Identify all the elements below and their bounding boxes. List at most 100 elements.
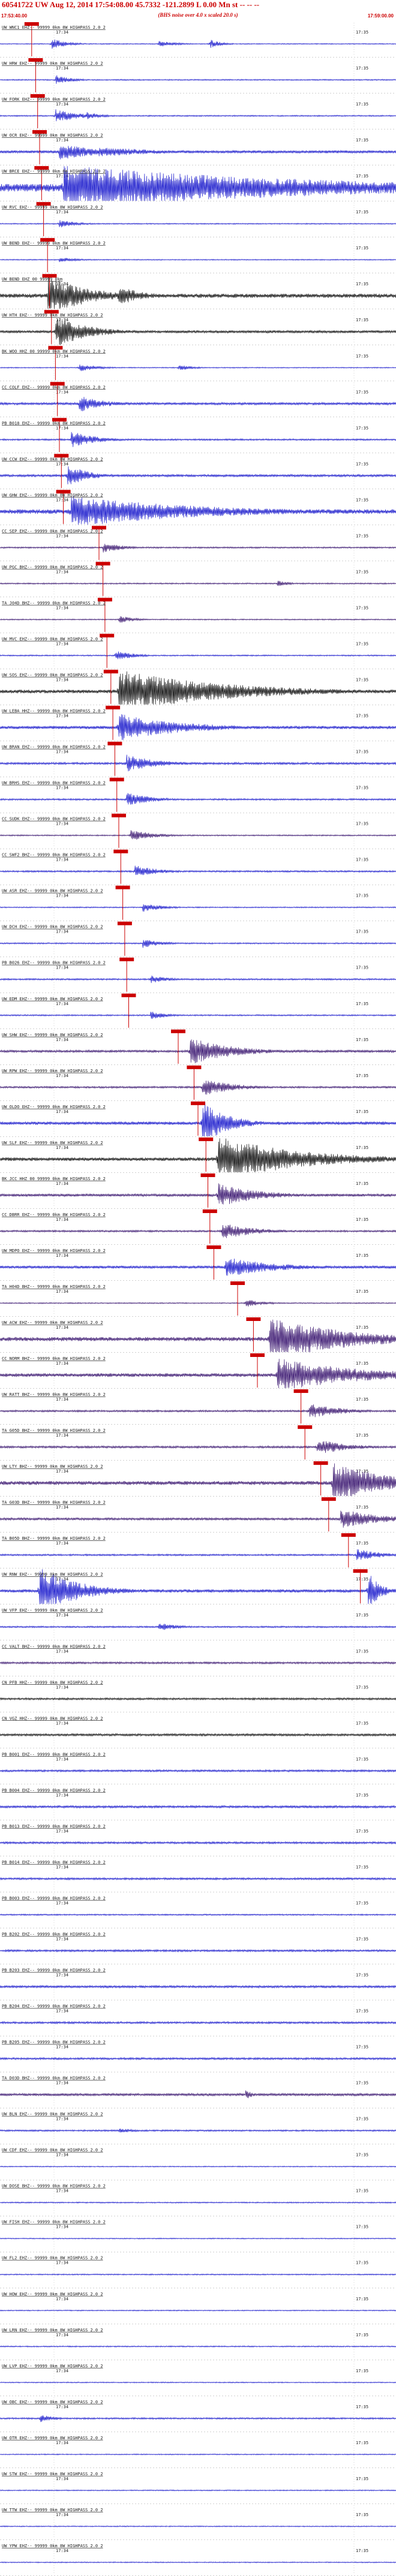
seismogram-plot: 17:34 17:35 UW WNC1 EHZ-- 99999 0km 8W HIG…	[0, 22, 396, 2576]
tick-label: 17:35	[356, 1325, 368, 1330]
tick-label: 17:35	[356, 210, 368, 215]
waveform-line	[0, 258, 396, 263]
trace-row: 17:34 17:35 UW OTR EHZ-- 99999 0km 8W HIGH…	[0, 2433, 396, 2468]
tick-label: 17:34	[56, 1037, 68, 1042]
waveform-line	[0, 1661, 396, 1665]
tick-label: 17:34	[56, 2045, 68, 2050]
trace-row: 17:34 17:35 TA B05D BHZ-- 99999 0km 8W HIG…	[0, 1533, 396, 1568]
trace-row: 17:34 17:35UW RNW EHZ-- 99999 0km 8W HIGH…	[0, 1569, 396, 1604]
tick-label: 17:34	[56, 426, 68, 430]
waveform-line	[0, 1183, 396, 1205]
waveform-line	[0, 793, 396, 805]
trace-row: 17:34 17:35CC COLF EHZ-- 99999 0km 8W HIG…	[0, 382, 396, 418]
station-label: UW RNW EHZ-- 99999 0km 8W HIGHPASS 2.0 2	[2, 1572, 103, 1577]
waveform-line	[0, 2237, 396, 2240]
tick-label: 17:35	[356, 138, 368, 143]
station-label: PB B013 EHZ-- 99999 0km 8W HIGHPASS 2.0 …	[2, 1824, 106, 1829]
waveform-line	[0, 1948, 396, 1953]
station-label: BK JCC HHZ 00 99999 0km 8W HIGHPASS 2.0 …	[2, 1177, 106, 1181]
tick-label: 17:35	[356, 1433, 368, 1438]
waveform-line	[0, 2525, 396, 2527]
station-label: UW MVC EHZ-- 99999 0km 8W HIGHPASS 2.0 2	[2, 637, 103, 641]
station-label: UW LEBA HHZ-- 99999 0km 8W HIGHPASS 2.0 …	[2, 709, 106, 714]
trace-row: 17:34 17:35 UW TTW EHZ-- 99999 0km 8W HIGH…	[0, 2505, 396, 2540]
tick-label: 17:35	[356, 2045, 368, 2050]
trace-row: 17:34 17:35 PB B205 EHZ-- 99999 0km 8W HIG…	[0, 2037, 396, 2073]
station-label: UW SLF EHZ-- 99999 0km 8W HIGHPASS 2.0 2	[2, 1141, 103, 1145]
tick-label: 17:35	[356, 750, 368, 755]
waveform-line	[0, 1697, 396, 1701]
station-label: UW OLDO EHZ-- 99999 0km 8W HIGHPASS 2.0 …	[2, 1105, 106, 1109]
trace-row: 17:34 17:35 UW OCR EHZ-- 99999 0km 8W HIGH…	[0, 130, 396, 165]
station-label: UW HRW EHZ-- 99999 0km 8W HIGHPASS 2.0 2	[2, 61, 103, 66]
trace-row: 17:34 17:35 UW ACW EHZ-- 99999 0km 8W HIGH…	[0, 1317, 396, 1353]
tick-label: 17:34	[56, 1865, 68, 1869]
tick-label: 17:35	[356, 2261, 368, 2266]
waveform-line	[0, 220, 396, 228]
tick-label: 17:35	[356, 786, 368, 791]
trace-row: 17:34 17:35 CC SUDK EHZ-- 99999 0km 8W HIG…	[0, 813, 396, 849]
station-label: UW WNC1 EHZ-- 99999 0km 8W HIGHPASS 2.0 …	[2, 25, 106, 30]
station-label: UW OBC EHZ-- 99999 0km 8W HIGHPASS 2.0 2	[2, 2400, 103, 2405]
tick-label: 17:35	[356, 174, 368, 179]
waveform-line	[0, 1841, 396, 1845]
station-label: UW VFP EHZ-- 99999 0km 8W HIGHPASS 2.0 2	[2, 1608, 103, 1613]
tick-label: 17:35	[356, 1002, 368, 1006]
station-label: TA B05D BHZ-- 99999 0km 8W HIGHPASS 2.0 …	[2, 1536, 106, 1541]
tick-label: 17:34	[56, 2548, 68, 2553]
waveform-line	[0, 904, 396, 912]
tick-label: 17:35	[356, 354, 368, 358]
tick-label: 17:35	[356, 2117, 368, 2122]
tick-label: 17:34	[56, 786, 68, 791]
tick-label: 17:35	[356, 1936, 368, 1941]
station-label: UW HOW EHZ-- 99999 0km 8W HIGHPASS 2.0 2	[2, 2292, 103, 2297]
tick-label: 17:35	[356, 1361, 368, 1366]
waveform-line	[0, 1624, 396, 1630]
tick-label: 17:35	[356, 1037, 368, 1042]
waveform-line	[0, 1877, 396, 1881]
station-label: CC SUDK EHZ-- 99999 0km 8W HIGHPASS 2.0 …	[2, 817, 106, 822]
trace-row: 17:34 17:35 UW SLF EHZ-- 99999 0km 8W HIGH…	[0, 1137, 396, 1173]
tick-label: 17:35	[356, 1541, 368, 1546]
tick-label: 17:35	[356, 569, 368, 574]
station-label: TA G03D BHZ-- 99999 0km 8W HIGHPASS 2.0 …	[2, 1500, 106, 1505]
tick-label: 17:35	[356, 2333, 368, 2337]
tick-label: 17:35	[356, 1397, 368, 1402]
tick-label: 17:35	[356, 1145, 368, 1150]
waveform-line	[0, 466, 396, 485]
tick-label: 17:35	[356, 533, 368, 538]
station-label: CC NORM BHZ-- 99999 0km 8W HIGHPASS 2.0 …	[2, 1356, 106, 1361]
tick-label: 17:35	[356, 1757, 368, 1761]
tick-label: 17:34	[56, 930, 68, 934]
tick-label: 17:34	[56, 354, 68, 358]
waveform-line	[0, 1259, 396, 1276]
trace-row: 17:34 17:35 UW BEND EHZ-- 99999 0km 8W HIG…	[0, 238, 396, 273]
tick-label: 17:35	[356, 318, 368, 322]
tick-label: 17:35	[356, 1793, 368, 1797]
waveform-line	[0, 651, 396, 659]
trace-row: 17:34 17:35 UW LTY BHZ-- 99999 0km 8W HIGH…	[0, 1461, 396, 1497]
station-label: UW FORK EHZ-- 99999 0km 8W HIGHPASS 2.0 …	[2, 97, 106, 102]
station-label: PB B026 EHZ-- 99999 0km 8W HIGHPASS 2.0 …	[2, 961, 106, 966]
tick-label: 17:34	[56, 2441, 68, 2445]
trace-row: 17:34 17:35 CC SEP EHZ-- 99999 0km 8W HIGH…	[0, 526, 396, 562]
waveform-line	[0, 2415, 396, 2423]
trace-row: 17:34 17:35 UW VFP EHZ-- 99999 0km 8W HIGH…	[0, 1606, 396, 1640]
trace-row: 17:34 17:35 UW FL2 EHZ-- 99999 0km 8W HIGH…	[0, 2253, 396, 2288]
trace-row: 17:34 17:35 CC DBRR EHZ-- 99999 0km 8W HIG…	[0, 1209, 396, 1245]
station-label: UW STW EHZ-- 99999 0km 8W HIGHPASS 2.0 2	[2, 2472, 103, 2477]
tick-label: 17:35	[356, 2297, 368, 2301]
tick-label: 17:34	[56, 66, 68, 71]
station-label: UW GHW EHZ-- 99999 0km 8W HIGHPASS 2.0 2	[2, 493, 103, 497]
waveform-line	[0, 2273, 396, 2276]
tick-label: 17:34	[56, 138, 68, 143]
tick-label: 17:35	[356, 426, 368, 430]
trace-row: 17:34 17:35 UW CDF EHZ-- 99999 0km 8W HIGH…	[0, 2145, 396, 2180]
tick-label: 17:35	[356, 66, 368, 71]
tick-label: 17:34	[56, 1361, 68, 1366]
tick-label: 17:35	[356, 1865, 368, 1869]
trace-row: 17:34 17:35 UW RPW EHZ-- 99999 0km 8W HIGH…	[0, 1065, 396, 1101]
station-label: UW OTR EHZ-- 99999 0km 8W HIGHPASS 2.0 2	[2, 2436, 103, 2441]
station-label: CC VALT BHZ-- 99999 0km 8W HIGHPASS 2.0 …	[2, 1644, 106, 1649]
trace-row: 17:34 17:35 TA G03D BHZ-- 99999 0km 8W HIG…	[0, 1497, 396, 1533]
